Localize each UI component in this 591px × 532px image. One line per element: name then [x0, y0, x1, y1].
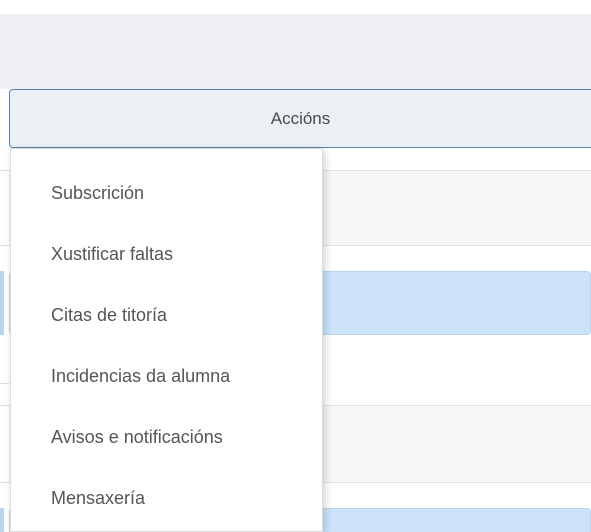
menu-item-label: Subscrición — [51, 183, 145, 203]
menu-item-avisos[interactable]: Avisos e notificacións — [11, 407, 322, 468]
menu-item-label: Citas de titoría — [51, 305, 168, 325]
menu-item-label: Avisos e notificacións — [51, 427, 223, 447]
menu-item-mensaxeria[interactable]: Mensaxería — [11, 468, 322, 529]
top-band — [0, 14, 591, 89]
actions-button-label: Accións — [270, 108, 331, 128]
menu-item-subscricion[interactable]: Subscrición — [11, 163, 322, 224]
actions-dropdown-menu: Subscrición Xustificar faltas Citas de t… — [10, 148, 323, 532]
row-divider — [0, 383, 9, 384]
menu-item-xustificar-faltas[interactable]: Xustificar faltas — [11, 224, 322, 285]
menu-item-label: Incidencias da alumna — [51, 366, 231, 386]
menu-item-label: Xustificar faltas — [51, 244, 174, 264]
row-divider — [0, 245, 9, 246]
menu-item-incidencias[interactable]: Incidencias da alumna — [11, 346, 322, 407]
row-divider — [0, 170, 9, 171]
row-highlight-edge — [0, 508, 4, 532]
row-highlight-edge — [0, 271, 4, 335]
row-divider — [0, 405, 9, 406]
row-divider — [0, 482, 9, 483]
menu-item-label: Mensaxería — [51, 488, 146, 508]
actions-dropdown-button[interactable]: Accións — [9, 89, 591, 148]
page: Accións Subscrición Xustificar faltas Ci… — [0, 0, 591, 532]
menu-item-citas-de-titoria[interactable]: Citas de titoría — [11, 285, 322, 346]
